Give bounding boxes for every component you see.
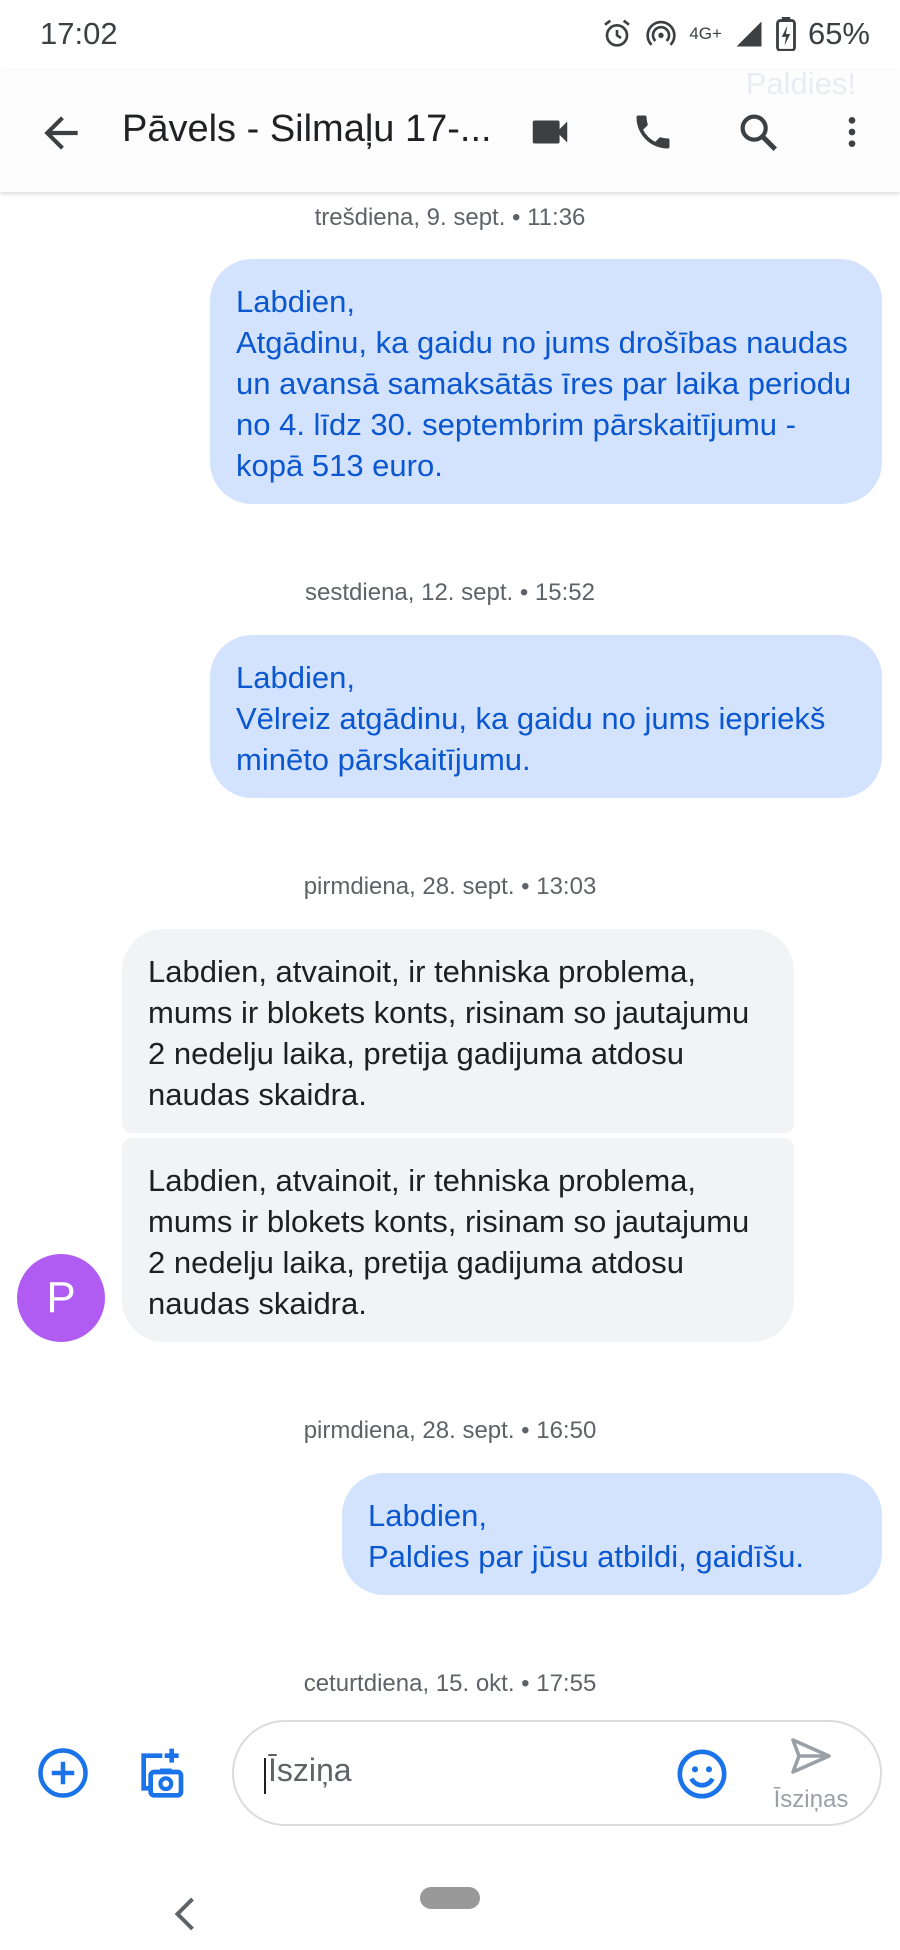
date-separator: trešdiena, 9. sept. • 11:36	[314, 204, 586, 231]
message-thread[interactable]: trešdiena, 9. sept. • 11:36 Labdien, Atg…	[0, 192, 900, 1712]
message-incoming[interactable]: Labdien, atvainoit, ir tehniska problema…	[122, 1138, 794, 1342]
status-time: 17:02	[40, 16, 118, 51]
status-bar: 17:02 4G+ 65%	[0, 0, 900, 70]
phone-icon	[636, 115, 670, 149]
toast-preview: Paldies!	[745, 66, 856, 101]
date-separator: pirmdiena, 28. sept. • 13:03	[303, 873, 597, 900]
message-input-field[interactable]: Īsziņa Īsziņas	[232, 1720, 882, 1826]
send-button[interactable]: Īsziņas	[766, 1732, 856, 1822]
video-call-button[interactable]	[524, 106, 576, 158]
add-photo-icon	[141, 1748, 184, 1798]
message-input[interactable]: Īsziņa	[268, 1752, 352, 1789]
emoji-button[interactable]	[674, 1746, 730, 1802]
more-vert-icon	[848, 117, 856, 147]
text-cursor	[264, 1758, 266, 1794]
home-pill[interactable]	[420, 1887, 480, 1909]
message-outgoing[interactable]: Labdien, Vēlreiz atgādinu, ka gaidu no j…	[210, 635, 882, 798]
nav-back-button[interactable]	[170, 1894, 200, 1934]
search-icon	[740, 114, 778, 152]
video-call-icon	[532, 120, 568, 144]
phone-call-button[interactable]	[627, 106, 679, 158]
add-circle-icon	[38, 1748, 88, 1798]
compose-bar: Īsziņa Īsziņas	[0, 1712, 900, 1842]
conversation-header: Paldies! Pāvels - Silmaļu 17-...	[0, 66, 900, 192]
message-outgoing[interactable]: Labdien, Paldies par jūsu atbildi, gaidī…	[342, 1473, 882, 1595]
battery-percent: 65%	[807, 16, 870, 51]
chevron-left-icon	[174, 1897, 194, 1931]
network-type: 4G+	[689, 24, 722, 43]
more-options-button[interactable]	[826, 106, 878, 158]
add-photo-button[interactable]	[130, 1742, 190, 1802]
search-button[interactable]	[732, 106, 784, 158]
status-icons: 4G+ 65%	[601, 14, 870, 54]
avatar[interactable]: P	[17, 1254, 105, 1342]
message-incoming[interactable]: Labdien, atvainoit, ir tehniska problema…	[122, 929, 794, 1133]
date-separator: ceturtdiena, 15. okt. • 17:55	[303, 1670, 597, 1697]
send-label: Īsziņas	[773, 1786, 849, 1813]
message-outgoing[interactable]: Labdien, Atgādinu, ka gaidu no jums droš…	[210, 259, 882, 504]
battery-icon	[776, 17, 796, 51]
date-separator: sestdiena, 12. sept. • 15:52	[305, 579, 595, 606]
date-separator: pirmdiena, 28. sept. • 16:50	[303, 1417, 597, 1444]
send-icon	[791, 1738, 831, 1774]
hotspot-icon	[646, 20, 676, 46]
back-button[interactable]	[36, 108, 86, 158]
alarm-icon	[604, 19, 631, 47]
add-attachment-button[interactable]	[33, 1743, 93, 1803]
emoji-icon	[677, 1749, 727, 1799]
back-arrow-icon	[44, 116, 78, 150]
signal-icon	[736, 21, 762, 47]
contact-name[interactable]: Pāvels - Silmaļu 17-...	[122, 108, 492, 151]
